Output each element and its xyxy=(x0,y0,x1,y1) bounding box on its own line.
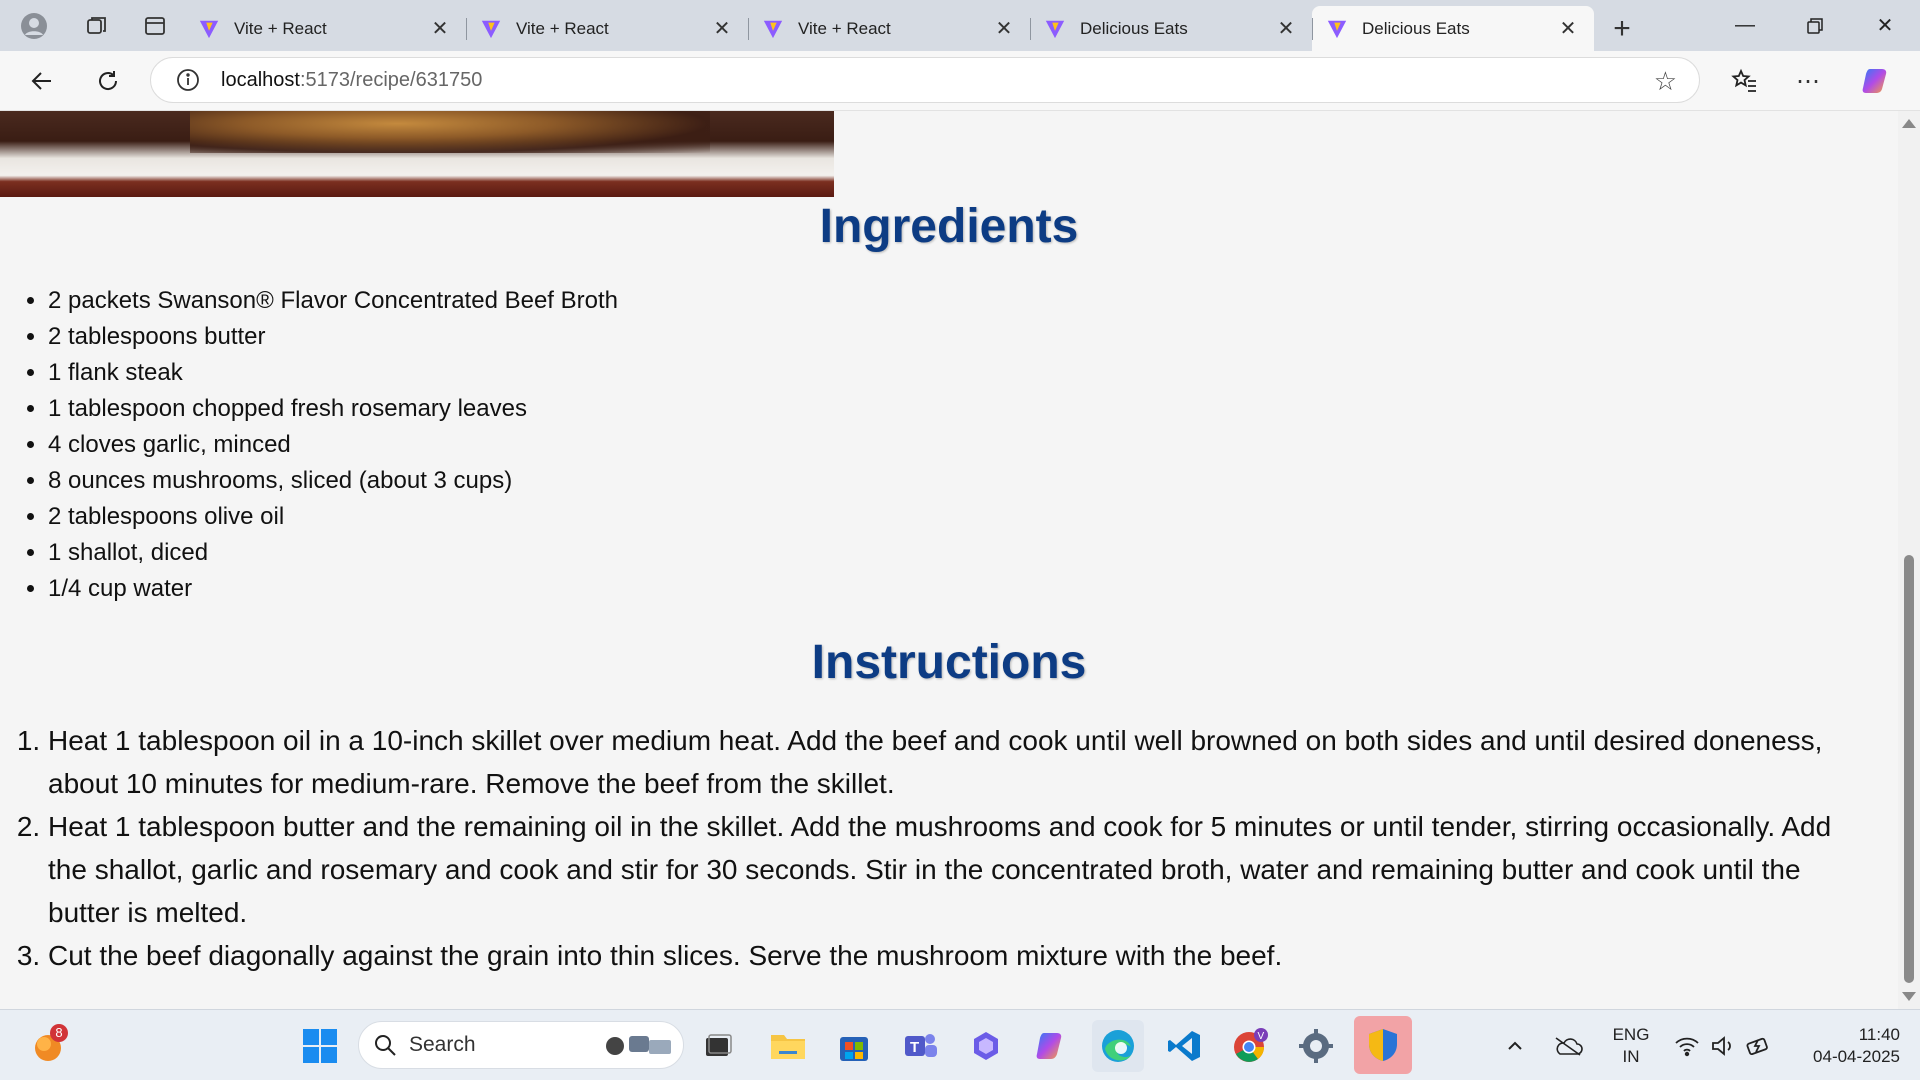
svg-text:T: T xyxy=(910,1039,919,1056)
tab-vite-react-2[interactable]: Vite + React ✕ xyxy=(466,6,748,51)
ingredients-heading: Ingredients xyxy=(819,200,1079,253)
refresh-button[interactable] xyxy=(88,61,128,101)
close-icon[interactable]: ✕ xyxy=(1274,16,1298,41)
close-icon[interactable]: ✕ xyxy=(1556,16,1580,41)
ingredient-item: 1/4 cup water xyxy=(48,571,618,607)
chrome-icon[interactable]: V xyxy=(1224,1020,1276,1072)
region-line: IN xyxy=(1622,1047,1640,1066)
show-hidden-icons-chevron-icon[interactable] xyxy=(1500,1020,1530,1072)
ingredient-item: 2 packets Swanson® Flavor Concentrated B… xyxy=(48,283,618,319)
instruction-step: Heat 1 tablespoon oil in a 10-inch skill… xyxy=(48,719,1870,805)
tab-title: Vite + React xyxy=(798,18,891,38)
tab-delicious-eats-1[interactable]: Delicious Eats ✕ xyxy=(1030,6,1312,51)
favorite-star-icon[interactable]: ☆ xyxy=(1654,66,1677,97)
ingredient-item: 1 shallot, diced xyxy=(48,535,618,571)
vscode-icon[interactable] xyxy=(1158,1020,1210,1072)
windows-taskbar: 8 Search T V ENG IN 11:40 04-04-2025 xyxy=(0,1009,1920,1080)
weather-widget-icon[interactable]: 8 xyxy=(22,1020,74,1072)
copilot-color-icon[interactable] xyxy=(1026,1020,1078,1072)
wifi-icon[interactable] xyxy=(1670,1020,1704,1072)
search-highlight-icon xyxy=(606,1036,671,1055)
battery-charging-icon[interactable] xyxy=(1742,1020,1776,1072)
ingredient-item: 4 cloves garlic, minced xyxy=(48,427,618,463)
profile-icon[interactable] xyxy=(0,0,68,51)
copilot-icon[interactable] xyxy=(1858,61,1898,101)
close-icon[interactable]: ✕ xyxy=(428,16,452,41)
new-tab-button[interactable]: + xyxy=(1594,6,1650,51)
window-controls: ― ✕ xyxy=(1710,0,1920,51)
recipe-page: Ingredients 2 packets Swanson® Flavor Co… xyxy=(0,111,1898,1009)
teams-icon[interactable]: T xyxy=(894,1020,946,1072)
back-button[interactable] xyxy=(22,61,62,101)
vite-logo-icon xyxy=(1327,20,1347,38)
microsoft-store-icon[interactable] xyxy=(828,1020,880,1072)
close-icon[interactable]: ✕ xyxy=(710,16,734,41)
instructions-heading: Instructions xyxy=(811,636,1087,689)
tab-delicious-eats-active[interactable]: Delicious Eats ✕ xyxy=(1312,6,1594,51)
url-host: localhost xyxy=(221,68,300,91)
minimize-button[interactable]: ― xyxy=(1710,0,1780,51)
ingredient-item: 2 tablespoons olive oil xyxy=(48,499,618,535)
vite-logo-icon xyxy=(481,20,501,38)
search-icon xyxy=(375,1035,396,1056)
tab-vite-react-3[interactable]: Vite + React ✕ xyxy=(748,6,1030,51)
browser-tabstrip: Vite + React ✕ Vite + React ✕ Vite + Rea… xyxy=(0,0,1920,51)
recipe-image xyxy=(0,111,834,197)
close-icon[interactable]: ✕ xyxy=(992,16,1016,41)
vite-logo-icon xyxy=(763,20,783,38)
security-shield-icon[interactable] xyxy=(1354,1016,1412,1074)
url-path: :5173/recipe/631750 xyxy=(299,68,483,91)
instructions-list: Heat 1 tablespoon oil in a 10-inch skill… xyxy=(0,719,1870,977)
language-line: ENG xyxy=(1612,1025,1650,1044)
ingredient-item: 8 ounces mushrooms, sliced (about 3 cups… xyxy=(48,463,618,499)
vite-logo-icon xyxy=(199,20,219,38)
task-view-icon[interactable] xyxy=(692,1020,744,1072)
clock-date: 04-04-2025 xyxy=(1813,1047,1900,1066)
taskbar-search[interactable]: Search xyxy=(358,1021,684,1069)
tab-title: Delicious Eats xyxy=(1362,18,1470,38)
ingredient-item: 1 flank steak xyxy=(48,355,618,391)
tab-title: Vite + React xyxy=(234,18,327,38)
notification-badge: 8 xyxy=(50,1024,68,1042)
instruction-step: Heat 1 tablespoon butter and the remaini… xyxy=(48,805,1870,934)
more-menu-button[interactable]: ⋯ xyxy=(1788,61,1828,101)
copilot-app-icon[interactable] xyxy=(960,1020,1012,1072)
ingredient-item: 1 tablespoon chopped fresh rosemary leav… xyxy=(48,391,618,427)
site-info-icon[interactable] xyxy=(175,67,201,93)
clock-time: 11:40 xyxy=(1858,1025,1900,1044)
edge-browser-icon[interactable] xyxy=(1092,1020,1144,1072)
onedrive-offline-icon[interactable] xyxy=(1548,1020,1588,1072)
scrollbar-thumb[interactable] xyxy=(1904,555,1914,983)
vite-logo-icon xyxy=(1045,20,1065,38)
ingredients-list: 2 packets Swanson® Flavor Concentrated B… xyxy=(0,283,618,607)
search-label: Search xyxy=(409,1033,476,1056)
workspaces-icon[interactable] xyxy=(68,0,126,51)
url-text[interactable]: localhost:5173/recipe/631750 xyxy=(221,69,482,92)
address-bar[interactable]: localhost:5173/recipe/631750 ☆ xyxy=(150,57,1700,103)
volume-icon[interactable] xyxy=(1706,1020,1740,1072)
tab-vite-react-1[interactable]: Vite + React ✕ xyxy=(184,6,466,51)
tab-title: Vite + React xyxy=(516,18,609,38)
file-explorer-icon[interactable] xyxy=(762,1020,814,1072)
vertical-tabs-icon[interactable] xyxy=(126,0,184,51)
clock[interactable]: 11:40 04-04-2025 xyxy=(1790,1024,1900,1068)
tab-title: Delicious Eats xyxy=(1080,18,1188,38)
start-button[interactable] xyxy=(294,1020,346,1072)
close-window-button[interactable]: ✕ xyxy=(1850,0,1920,51)
scroll-up-arrow-icon[interactable] xyxy=(1902,119,1916,128)
instruction-step: Cut the beef diagonally against the grai… xyxy=(48,934,1870,977)
language-indicator[interactable]: ENG IN xyxy=(1606,1024,1656,1068)
settings-gear-icon[interactable] xyxy=(1290,1020,1342,1072)
favorites-button[interactable] xyxy=(1724,61,1764,101)
restore-button[interactable] xyxy=(1780,0,1850,51)
browser-toolbar: localhost:5173/recipe/631750 ☆ ⋯ xyxy=(0,51,1920,111)
scroll-down-arrow-icon[interactable] xyxy=(1902,992,1916,1001)
svg-text:V: V xyxy=(1258,1031,1265,1042)
page-scrollbar[interactable] xyxy=(1898,111,1920,1009)
ingredient-item: 2 tablespoons butter xyxy=(48,319,618,355)
